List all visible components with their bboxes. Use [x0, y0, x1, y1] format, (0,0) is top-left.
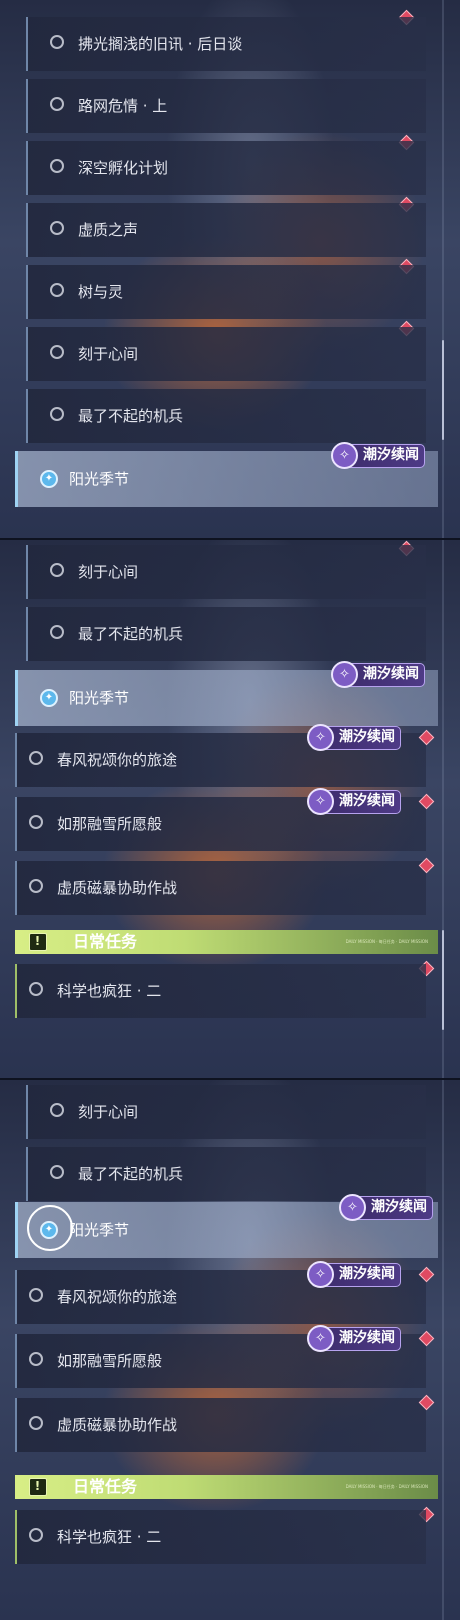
circle-icon — [29, 1528, 43, 1542]
circle-icon — [29, 1288, 43, 1302]
quest-title: 如那融雪所愿般 — [57, 815, 163, 833]
badge-label: 潮汐续闻 — [371, 1199, 427, 1215]
quest-title: 阳光季节 — [69, 470, 130, 488]
quest-title: 阳光季节 — [69, 689, 130, 707]
quest-row[interactable]: 刻于心间 — [26, 1085, 426, 1139]
compass-star-icon — [40, 470, 58, 488]
quest-list-panel-2: 刻于心间 最了不起的机兵 阳光季节 潮汐续闻 春风祝颂你的旅途 潮汐续闻 如那融… — [0, 540, 460, 1078]
quest-row[interactable]: 最了不起的机兵 — [26, 389, 426, 443]
quest-row[interactable]: 最了不起的机兵 — [26, 1147, 426, 1201]
circle-icon — [50, 1165, 64, 1179]
quest-title: 深空孵化计划 — [78, 159, 169, 177]
circle-icon — [50, 159, 64, 173]
quest-title: 科学也疯狂 · 二 — [57, 982, 162, 1000]
badge-label: 潮汐续闻 — [339, 1330, 395, 1346]
badge-label: 潮汐续闻 — [339, 793, 395, 809]
quest-title: 路网危情 · 上 — [78, 97, 168, 115]
circle-icon — [50, 221, 64, 235]
event-badge: 潮汐续闻 — [331, 442, 425, 469]
quest-title: 刻于心间 — [78, 345, 139, 363]
header-decoration-text: DAILY MISSION · 每日任务 · DAILY MISSION — [345, 939, 428, 944]
quest-title: 春风祝颂你的旅途 — [57, 751, 178, 769]
quest-title: 虚质磁暴协助作战 — [57, 1416, 178, 1434]
circle-icon — [29, 751, 43, 765]
alert-icon — [29, 1478, 47, 1496]
circle-icon — [50, 407, 64, 421]
event-badge: 潮汐续闻 — [339, 1194, 433, 1221]
quest-title: 最了不起的机兵 — [78, 625, 184, 643]
badge-star-icon — [307, 1261, 334, 1288]
quest-title: 最了不起的机兵 — [78, 407, 184, 425]
circle-icon — [50, 345, 64, 359]
event-badge: 潮汐续闻 — [307, 724, 401, 751]
circle-icon — [50, 1103, 64, 1117]
quest-row-daily[interactable]: 科学也疯狂 · 二 — [15, 1510, 426, 1564]
scrollbar-thumb[interactable] — [442, 340, 444, 440]
header-decoration-text: DAILY MISSION · 每日任务 · DAILY MISSION — [345, 1484, 428, 1489]
scrollbar-thumb[interactable] — [442, 930, 444, 1030]
daily-tasks-title: 日常任务 — [73, 932, 138, 951]
circle-icon — [50, 97, 64, 111]
quest-title: 刻于心间 — [78, 1103, 139, 1121]
quest-title: 刻于心间 — [78, 563, 139, 581]
quest-row[interactable]: 拂光搁浅的旧讯 · 后日谈 — [26, 17, 426, 71]
quest-row[interactable]: 虚质之声 — [26, 203, 426, 257]
scrollbar-track[interactable] — [442, 0, 444, 538]
compass-star-icon — [40, 1221, 58, 1239]
quest-title: 虚质磁暴协助作战 — [57, 879, 178, 897]
badge-star-icon — [307, 788, 334, 815]
daily-tasks-title: 日常任务 — [73, 1477, 138, 1496]
quest-title: 春风祝颂你的旅途 — [57, 1288, 178, 1306]
daily-tasks-header[interactable]: 日常任务 DAILY MISSION · 每日任务 · DAILY MISSIO… — [15, 1475, 438, 1499]
event-badge: 潮汐续闻 — [307, 1325, 401, 1352]
quest-list-panel-1: 拂光搁浅的旧讯 · 后日谈 路网危情 · 上 深空孵化计划 虚质之声 树与灵 刻… — [0, 0, 460, 538]
quest-title: 拂光搁浅的旧讯 · 后日谈 — [78, 35, 243, 53]
badge-star-icon — [307, 724, 334, 751]
circle-icon — [50, 563, 64, 577]
circle-icon — [29, 815, 43, 829]
quest-title: 科学也疯狂 · 二 — [57, 1528, 162, 1546]
badge-star-icon — [307, 1325, 334, 1352]
circle-icon — [29, 879, 43, 893]
badge-star-icon — [331, 661, 358, 688]
quest-row[interactable]: 刻于心间 — [26, 545, 426, 599]
event-badge: 潮汐续闻 — [307, 1261, 401, 1288]
quest-list-panel-3: 刻于心间 最了不起的机兵 阳光季节 潮汐续闻 春风祝颂你的旅途 潮汐续闻 如那融… — [0, 1080, 460, 1620]
circle-icon — [29, 1416, 43, 1430]
daily-tasks-header[interactable]: 日常任务 DAILY MISSION · 每日任务 · DAILY MISSIO… — [15, 930, 438, 954]
badge-star-icon — [331, 442, 358, 469]
alert-icon — [29, 933, 47, 951]
circle-icon — [50, 283, 64, 297]
quest-row[interactable]: 虚质磁暴协助作战 — [15, 861, 426, 915]
quest-title: 最了不起的机兵 — [78, 1165, 184, 1183]
circle-icon — [29, 1352, 43, 1366]
quest-title: 如那融雪所愿般 — [57, 1352, 163, 1370]
badge-star-icon — [339, 1194, 366, 1221]
circle-icon — [50, 35, 64, 49]
quest-row[interactable]: 路网危情 · 上 — [26, 79, 426, 133]
badge-label: 潮汐续闻 — [339, 1266, 395, 1282]
badge-label: 潮汐续闻 — [363, 447, 419, 463]
quest-title: 虚质之声 — [78, 221, 139, 239]
quest-row[interactable]: 最了不起的机兵 — [26, 607, 426, 661]
badge-label: 潮汐续闻 — [339, 729, 395, 745]
circle-icon — [29, 982, 43, 996]
quest-row[interactable]: 虚质磁暴协助作战 — [15, 1398, 426, 1452]
quest-row-daily[interactable]: 科学也疯狂 · 二 — [15, 964, 426, 1018]
compass-star-icon — [40, 689, 58, 707]
quest-title: 树与灵 — [78, 283, 124, 301]
event-badge: 潮汐续闻 — [307, 788, 401, 815]
quest-row[interactable]: 深空孵化计划 — [26, 141, 426, 195]
quest-row[interactable]: 树与灵 — [26, 265, 426, 319]
badge-label: 潮汐续闻 — [363, 666, 419, 682]
event-badge: 潮汐续闻 — [331, 661, 425, 688]
circle-icon — [50, 625, 64, 639]
scrollbar-track[interactable] — [442, 1080, 444, 1620]
quest-row[interactable]: 刻于心间 — [26, 327, 426, 381]
quest-title: 阳光季节 — [69, 1221, 130, 1239]
